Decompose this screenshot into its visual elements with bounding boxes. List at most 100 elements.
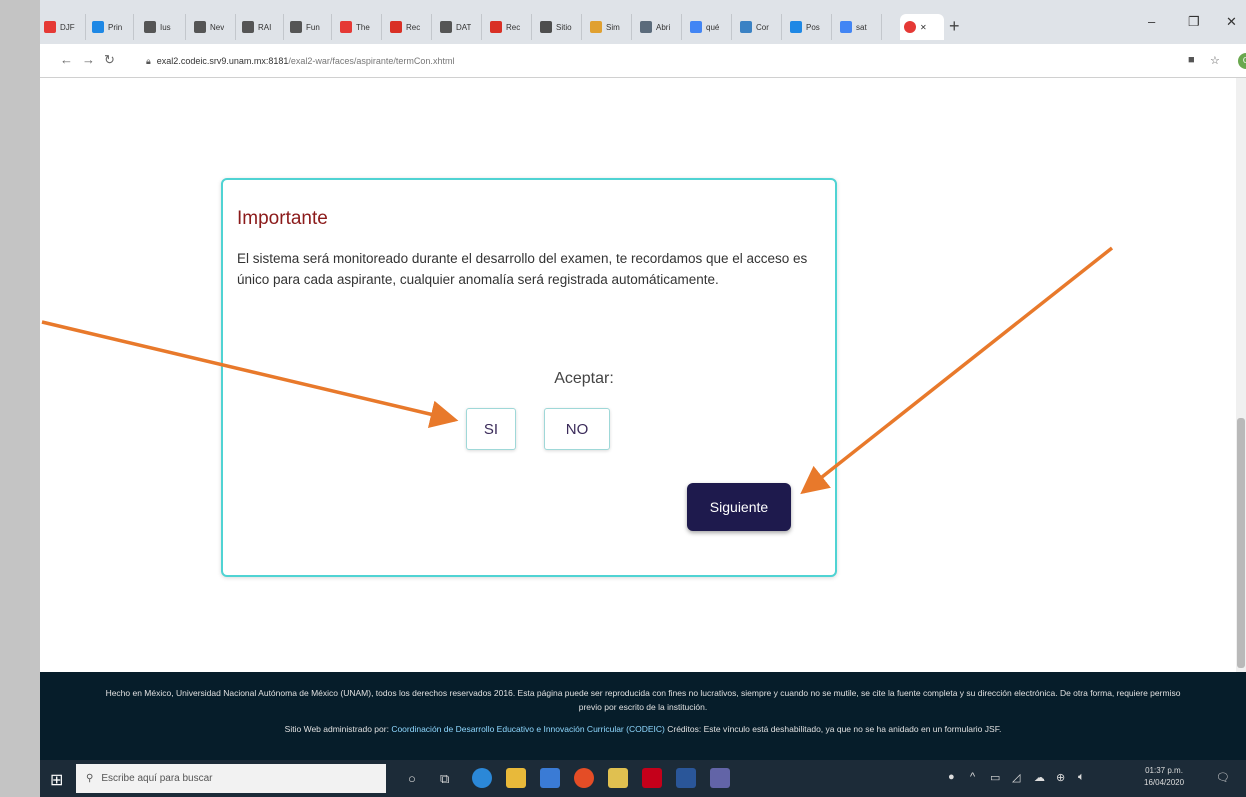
back-icon[interactable]: ←: [60, 52, 73, 67]
battery-icon[interactable]: ▭: [990, 771, 1000, 784]
footer-admin: Sitio Web administrado por: Coordinación…: [103, 722, 1183, 736]
windows-start-icon[interactable]: ⊞: [50, 770, 63, 790]
browser-tab[interactable]: Fun: [286, 14, 332, 40]
chrome-icon[interactable]: [574, 768, 594, 788]
card-text: El sistema será monitoreado durante el d…: [237, 251, 808, 287]
page-content: Importante El sistema será monitoreado d…: [40, 78, 1246, 672]
minimize-icon[interactable]: –: [1148, 14, 1155, 29]
url-host: exal2.codeic.srv9.unam.mx:8181: [156, 56, 289, 66]
tab-label: Fun: [306, 22, 320, 32]
bookmark-star-icon[interactable]: ☆: [1210, 54, 1220, 67]
browser-tab[interactable]: RAI: [238, 14, 284, 40]
tab-favicon-icon: [390, 21, 402, 33]
admin-suffix: Créditos: Este vínculo está deshabilitad…: [667, 724, 1002, 734]
browser-tab[interactable]: Nev: [190, 14, 236, 40]
tab-favicon-icon: [194, 21, 206, 33]
tab-favicon-icon: [540, 21, 552, 33]
tab-favicon-icon: [44, 21, 56, 33]
word-icon[interactable]: [676, 768, 696, 788]
tab-label: sat: [856, 22, 867, 32]
yes-button[interactable]: SI: [466, 408, 516, 450]
browser-tab[interactable]: qué: [686, 14, 732, 40]
scroll-thumb[interactable]: [1237, 418, 1245, 668]
edge-icon[interactable]: [472, 768, 492, 788]
browser-tab[interactable]: DJF: [40, 14, 86, 40]
tab-label: Sitio: [556, 22, 572, 32]
netflix-icon[interactable]: [642, 768, 662, 788]
cortana-icon[interactable]: ○: [408, 771, 416, 786]
tab-label: The: [356, 22, 370, 32]
tab-favicon-icon: [690, 21, 702, 33]
store-icon[interactable]: [506, 768, 526, 788]
tab-label: RAI: [258, 22, 272, 32]
tab-favicon-icon: [242, 21, 254, 33]
browser-tab[interactable]: Rec: [486, 14, 532, 40]
tab-favicon-icon: [490, 21, 502, 33]
tab-favicon-icon: [290, 21, 302, 33]
taskbar-clock[interactable]: 01:37 p.m. 16/04/2020: [1144, 765, 1184, 789]
tab-favicon-icon: [590, 21, 602, 33]
teams-icon[interactable]: [710, 768, 730, 788]
clock-time: 01:37 p.m.: [1145, 766, 1183, 775]
tab-label: qué: [706, 22, 720, 32]
clock-date: 16/04/2020: [1144, 778, 1185, 787]
tray-expand-icon[interactable]: ^: [970, 771, 975, 783]
maximize-icon[interactable]: ❐: [1188, 14, 1200, 30]
new-tab-icon[interactable]: +: [949, 16, 960, 37]
browser-tab[interactable]: Pos: [786, 14, 832, 40]
next-button[interactable]: Siguiente: [687, 483, 791, 531]
browser-tab-bar: DJF Prin Ius Nev RAI Fun The Rec DAT Rec Sitio Sim A…: [40, 0, 1246, 44]
profile-avatar[interactable]: G: [1238, 53, 1246, 69]
tab-label: Nev: [210, 22, 225, 32]
search-icon: ⚲: [86, 773, 94, 784]
task-view-icon[interactable]: ⧉: [440, 771, 449, 787]
browser-tab[interactable]: Cor: [736, 14, 782, 40]
browser-tab[interactable]: Rec: [386, 14, 432, 40]
page-scrollbar[interactable]: [1236, 78, 1246, 672]
browser-tab[interactable]: Abri: [636, 14, 682, 40]
tab-favicon-icon: [340, 21, 352, 33]
wifi-icon[interactable]: ◿: [1012, 771, 1020, 784]
browser-tab[interactable]: Prin: [88, 14, 134, 40]
app-icon[interactable]: [540, 768, 560, 788]
volume-icon[interactable]: 🔈︎: [1078, 771, 1085, 784]
tab-label: Ius: [160, 22, 171, 32]
tab-label: DAT: [456, 22, 472, 32]
browser-tab[interactable]: Sitio: [536, 14, 582, 40]
browser-tab[interactable]: Ius: [140, 14, 186, 40]
tab-label: Abri: [656, 22, 671, 32]
browser-tab[interactable]: Sim: [586, 14, 632, 40]
taskbar-search[interactable]: ⚲ Escribe aquí para buscar: [76, 764, 386, 793]
network-status-icon[interactable]: ●: [948, 771, 955, 783]
notifications-icon[interactable]: 🗨︎: [1216, 771, 1230, 784]
tab-label: Pos: [806, 22, 820, 32]
tab-label: Cor: [756, 22, 769, 32]
onedrive-icon[interactable]: ☁: [1034, 771, 1045, 784]
page-footer: Hecho en México, Universidad Nacional Au…: [40, 672, 1246, 760]
tab-favicon-icon: [144, 21, 156, 33]
tab-label: Rec: [406, 22, 421, 32]
tab-favicon-icon: [92, 21, 104, 33]
extension-icon[interactable]: ■: [1188, 54, 1195, 66]
url-input[interactable]: 🔒︎ exal2.codeic.srv9.unam.mx:8181/exal2-…: [140, 49, 1180, 73]
file-explorer-icon[interactable]: [608, 768, 628, 788]
left-margin: [0, 0, 40, 797]
no-button[interactable]: NO: [544, 408, 610, 450]
card-title: Importante: [237, 208, 328, 229]
tab-favicon-icon: [840, 21, 852, 33]
tab-close-icon[interactable]: ✕: [920, 23, 927, 32]
network-icon[interactable]: ⊕: [1056, 771, 1065, 784]
lock-icon: 🔒︎: [146, 55, 151, 66]
tab-active[interactable]: ✕: [900, 14, 944, 40]
reload-icon[interactable]: ↻: [104, 52, 115, 68]
browser-tab[interactable]: The: [336, 14, 382, 40]
codeic-link[interactable]: Coordinación de Desarrollo Educativo e I…: [391, 724, 665, 734]
browser-tab[interactable]: DAT: [436, 14, 482, 40]
windows-taskbar: ⊞ ⚲ Escribe aquí para buscar ○ ⧉ ● ^ ▭ ◿…: [40, 760, 1246, 797]
tab-label: Prin: [108, 22, 123, 32]
browser-tab[interactable]: sat: [836, 14, 882, 40]
close-window-icon[interactable]: ✕: [1226, 14, 1237, 30]
forward-icon[interactable]: →: [82, 52, 95, 67]
tab-label: Sim: [606, 22, 620, 32]
admin-prefix: Sitio Web administrado por:: [284, 724, 389, 734]
